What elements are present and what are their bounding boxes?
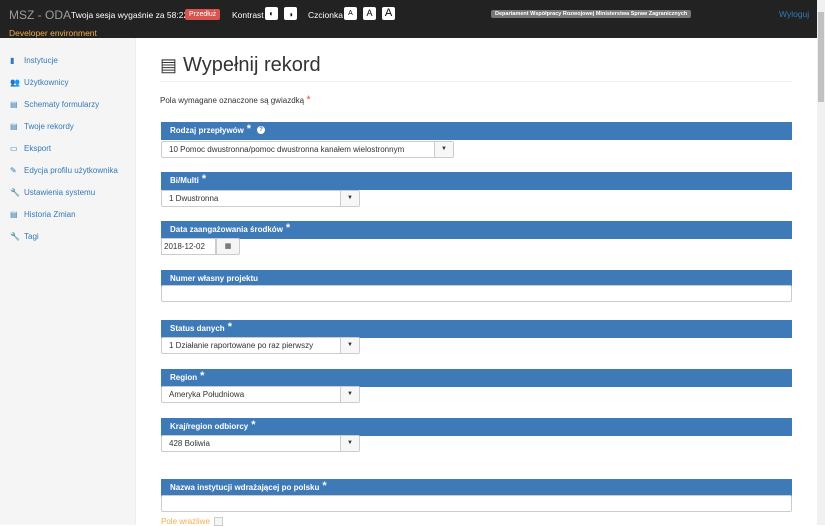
field-header-data: Data zaangażowania środków * [161,221,792,239]
laptop-icon: ▭ [10,143,18,153]
sidebar-item-uzytkownicy[interactable]: 👥 Użytkownicy [10,78,68,87]
required-note: Pola wymagane oznaczone są gwiazdką * [160,94,311,106]
region-select[interactable]: Ameryka Południowa ▼ [161,386,360,403]
bimulti-select[interactable]: 1 Dwustronna ▼ [161,190,360,207]
brand[interactable]: MSZ - ODA [9,8,71,22]
field-label: Bi/Multi [170,176,199,185]
field-label: Kraj/region odbiorcy [170,422,249,431]
sidebar-item-label: Użytkownicy [24,78,69,87]
numer-input[interactable] [161,285,792,302]
page-title-text: Wypełnij rekord [183,54,321,76]
caret-down-icon[interactable]: ▼ [340,436,359,451]
wrench-icon: 🔧 [10,187,20,197]
sidebar-item-tagi[interactable]: 🔧 Tagi [10,232,39,241]
font-label: Czcionka [308,10,343,20]
contrast-normal-button[interactable]: ◐ [265,7,278,20]
select-value: 1 Dwustronna [169,194,219,203]
status-select[interactable]: 1 Działanie raportowane po raz pierwszy ▼ [161,337,360,354]
sidebar-item-profil[interactable]: ✎ Edycja profilu użytkownika [10,166,118,175]
sidebar-item-label: Ustawienia systemu [24,188,96,197]
required-star: * [322,480,327,492]
caret-down-icon[interactable]: ▼ [340,338,359,353]
rodzaj-select[interactable]: 10 Pomoc dwustronna/pomoc dwustronna kan… [161,141,454,158]
date-input[interactable]: 2018-12-02 [161,238,216,255]
caret-down-icon[interactable]: ▼ [340,191,359,206]
list-alt-icon: ▤ [10,121,18,131]
select-value: 10 Pomoc dwustronna/pomoc dwustronna kan… [169,145,405,154]
wrench-icon: 🔧 [10,231,20,241]
sidebar-item-ustawienia[interactable]: 🔧 Ustawienia systemu [10,188,95,197]
sidebar-item-label: Eksport [24,144,52,153]
caret-down-icon[interactable]: ▼ [434,142,453,157]
select-value: 1 Działanie raportowane po raz pierwszy [169,341,314,350]
required-note-text: Pola wymagane oznaczone są gwiazdką [160,96,305,105]
list-alt-icon: ▤ [160,55,178,75]
field-label: Rodzaj przepływów [170,126,244,135]
required-star: * [246,123,252,135]
sidebar-item-label: Instytucje [24,56,58,65]
field-header-region: Region * [161,369,792,387]
select-value: 428 Boliwia [169,439,210,448]
field-header-status: Status danych * [161,320,792,338]
sidebar-item-label: Edycja profilu użytkownika [24,166,118,175]
font-medium-button[interactable]: A [363,7,376,20]
select-value: Ameryka Południowa [169,390,245,399]
contrast-label: Kontrast [232,10,264,20]
font-small-button[interactable]: A [344,7,357,20]
environment-label: Developer environment [9,28,97,38]
users-icon: 👥 [10,77,20,87]
required-star: * [201,173,207,185]
contrast-high-button[interactable]: ◑ [284,7,297,20]
nazwa-input[interactable] [161,495,792,512]
field-header-bimulti: Bi/Multi * [161,172,792,190]
page-title: ▤ Wypełnij rekord [160,54,321,77]
divider [160,81,792,82]
edit-icon: ✎ [10,165,17,175]
sidebar-item-label: Tagi [24,232,39,241]
kraj-select[interactable]: 428 Boliwia ▼ [161,435,360,452]
field-label: Data zaangażowania środków [170,225,283,234]
top-navbar: MSZ - ODA Twoja sesja wygaśnie za 58:22 … [0,0,817,38]
sidebar-item-eksport[interactable]: ▭ Eksport [10,144,51,153]
required-star: * [227,321,232,333]
sidebar-item-historia[interactable]: ▤ Historia Zmian [10,210,76,219]
book-icon: ▮ [10,55,15,65]
list-alt-icon: ▤ [10,209,18,219]
field-header-rodzaj: Rodzaj przepływów *? [161,122,792,140]
required-star: * [251,419,256,431]
field-label: Nazwa instytucji wdrażającej po polsku [170,483,320,492]
sidebar-item-instytucje[interactable]: ▮ Instytucje [10,56,58,65]
required-star: * [285,222,291,234]
sidebar-item-label: Historia Zmian [24,210,76,219]
field-label: Status danych [170,324,225,333]
help-icon[interactable]: ? [257,126,266,134]
field-header-kraj: Kraj/region odbiorcy * [161,418,792,436]
calendar-icon[interactable]: ▦ [216,238,240,255]
required-star: * [200,370,205,382]
font-large-button[interactable]: A [382,7,395,20]
field-label: Numer własny projektu [170,274,259,283]
sidebar-item-label: Schematy formularzy [24,100,100,109]
extend-session-button[interactable]: Przedłuż [185,9,221,20]
list-alt-icon: ▤ [10,99,18,109]
required-star: * [306,94,311,106]
logout-link[interactable]: Wyloguj [779,9,809,19]
caret-down-icon[interactable]: ▼ [340,387,359,402]
field-label: Region [170,373,198,382]
department-badge: Departament Współpracy Rozwojowej Minist… [491,10,692,18]
sidebar-item-schematy[interactable]: ▤ Schematy formularzy [10,100,99,109]
session-timer: Twoja sesja wygaśnie za 58:22 [71,10,189,20]
sidebar-item-rekordy[interactable]: ▤ Twoje rekordy [10,122,74,131]
sidebar: ▮ Instytucje 👥 Użytkownicy ▤ Schematy formu… [0,38,136,525]
scrollbar-thumb[interactable] [818,12,824,102]
sidebar-item-label: Twoje rekordy [24,122,74,131]
